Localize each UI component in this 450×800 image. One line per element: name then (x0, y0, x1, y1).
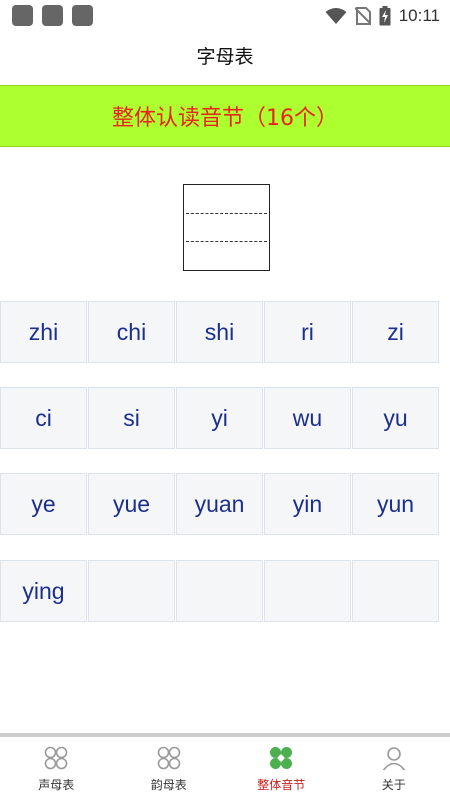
battery-charging-icon (379, 6, 391, 26)
syllable-row: zhi chi shi ri zi (0, 301, 442, 363)
wifi-icon (325, 8, 347, 24)
notification-icon (72, 5, 93, 26)
empty-cell (264, 560, 351, 622)
clock: 10:11 (398, 6, 440, 25)
notification-icon (12, 5, 33, 26)
syllable-row: ying (0, 560, 442, 622)
four-circles-icon (44, 746, 68, 770)
guide-line (186, 241, 267, 242)
syllable-cell[interactable]: wu (264, 387, 351, 449)
notification-icon (42, 5, 63, 26)
syllable-cell[interactable]: zi (352, 301, 439, 363)
banner-title: 整体认读音节（16个） (112, 106, 338, 131)
nav-item-whole-syllables[interactable]: 整体音节 (225, 737, 338, 800)
nav-label: 整体音节 (257, 778, 306, 792)
syllable-cell[interactable]: zhi (0, 301, 87, 363)
syllable-row: ci si yi wu yu (0, 387, 442, 449)
bottom-nav: 声母表 韵母表 整体音节 关于 (0, 737, 450, 800)
page-title: 字母表 (196, 46, 254, 68)
syllable-row: ye yue yuan yin yun (0, 473, 442, 535)
empty-cell (352, 560, 439, 622)
syllable-cell[interactable]: si (88, 387, 175, 449)
syllable-cell[interactable]: yin (264, 473, 351, 535)
syllable-cell[interactable]: ying (0, 560, 87, 622)
four-circles-icon (157, 746, 181, 770)
syllable-cell[interactable]: ci (0, 387, 87, 449)
guide-line (186, 213, 267, 214)
nav-label: 声母表 (38, 778, 75, 792)
nav-label: 关于 (381, 778, 406, 792)
writing-grid-box (183, 184, 270, 271)
nav-item-finals[interactable]: 韵母表 (113, 737, 226, 800)
status-bar: 10:11 (0, 0, 450, 32)
nav-item-initials[interactable]: 声母表 (0, 737, 113, 800)
syllable-cell[interactable]: yuan (176, 473, 263, 535)
nav-label: 韵母表 (150, 778, 187, 792)
syllable-cell[interactable]: ri (264, 301, 351, 363)
person-icon (382, 747, 405, 771)
nav-item-about[interactable]: 关于 (338, 737, 450, 800)
no-sim-icon (354, 7, 371, 25)
four-circles-filled-icon (270, 747, 293, 769)
syllable-cell[interactable]: yue (88, 473, 175, 535)
syllable-cell[interactable]: chi (88, 301, 175, 363)
syllable-cell[interactable]: ye (0, 473, 87, 535)
empty-cell (176, 560, 263, 622)
section-banner: 整体认读音节（16个） (0, 85, 450, 147)
syllable-cell[interactable]: yi (176, 387, 263, 449)
syllable-cell[interactable]: yu (352, 387, 439, 449)
empty-cell (88, 560, 175, 622)
syllable-cell[interactable]: shi (176, 301, 263, 363)
syllable-cell[interactable]: yun (352, 473, 439, 535)
